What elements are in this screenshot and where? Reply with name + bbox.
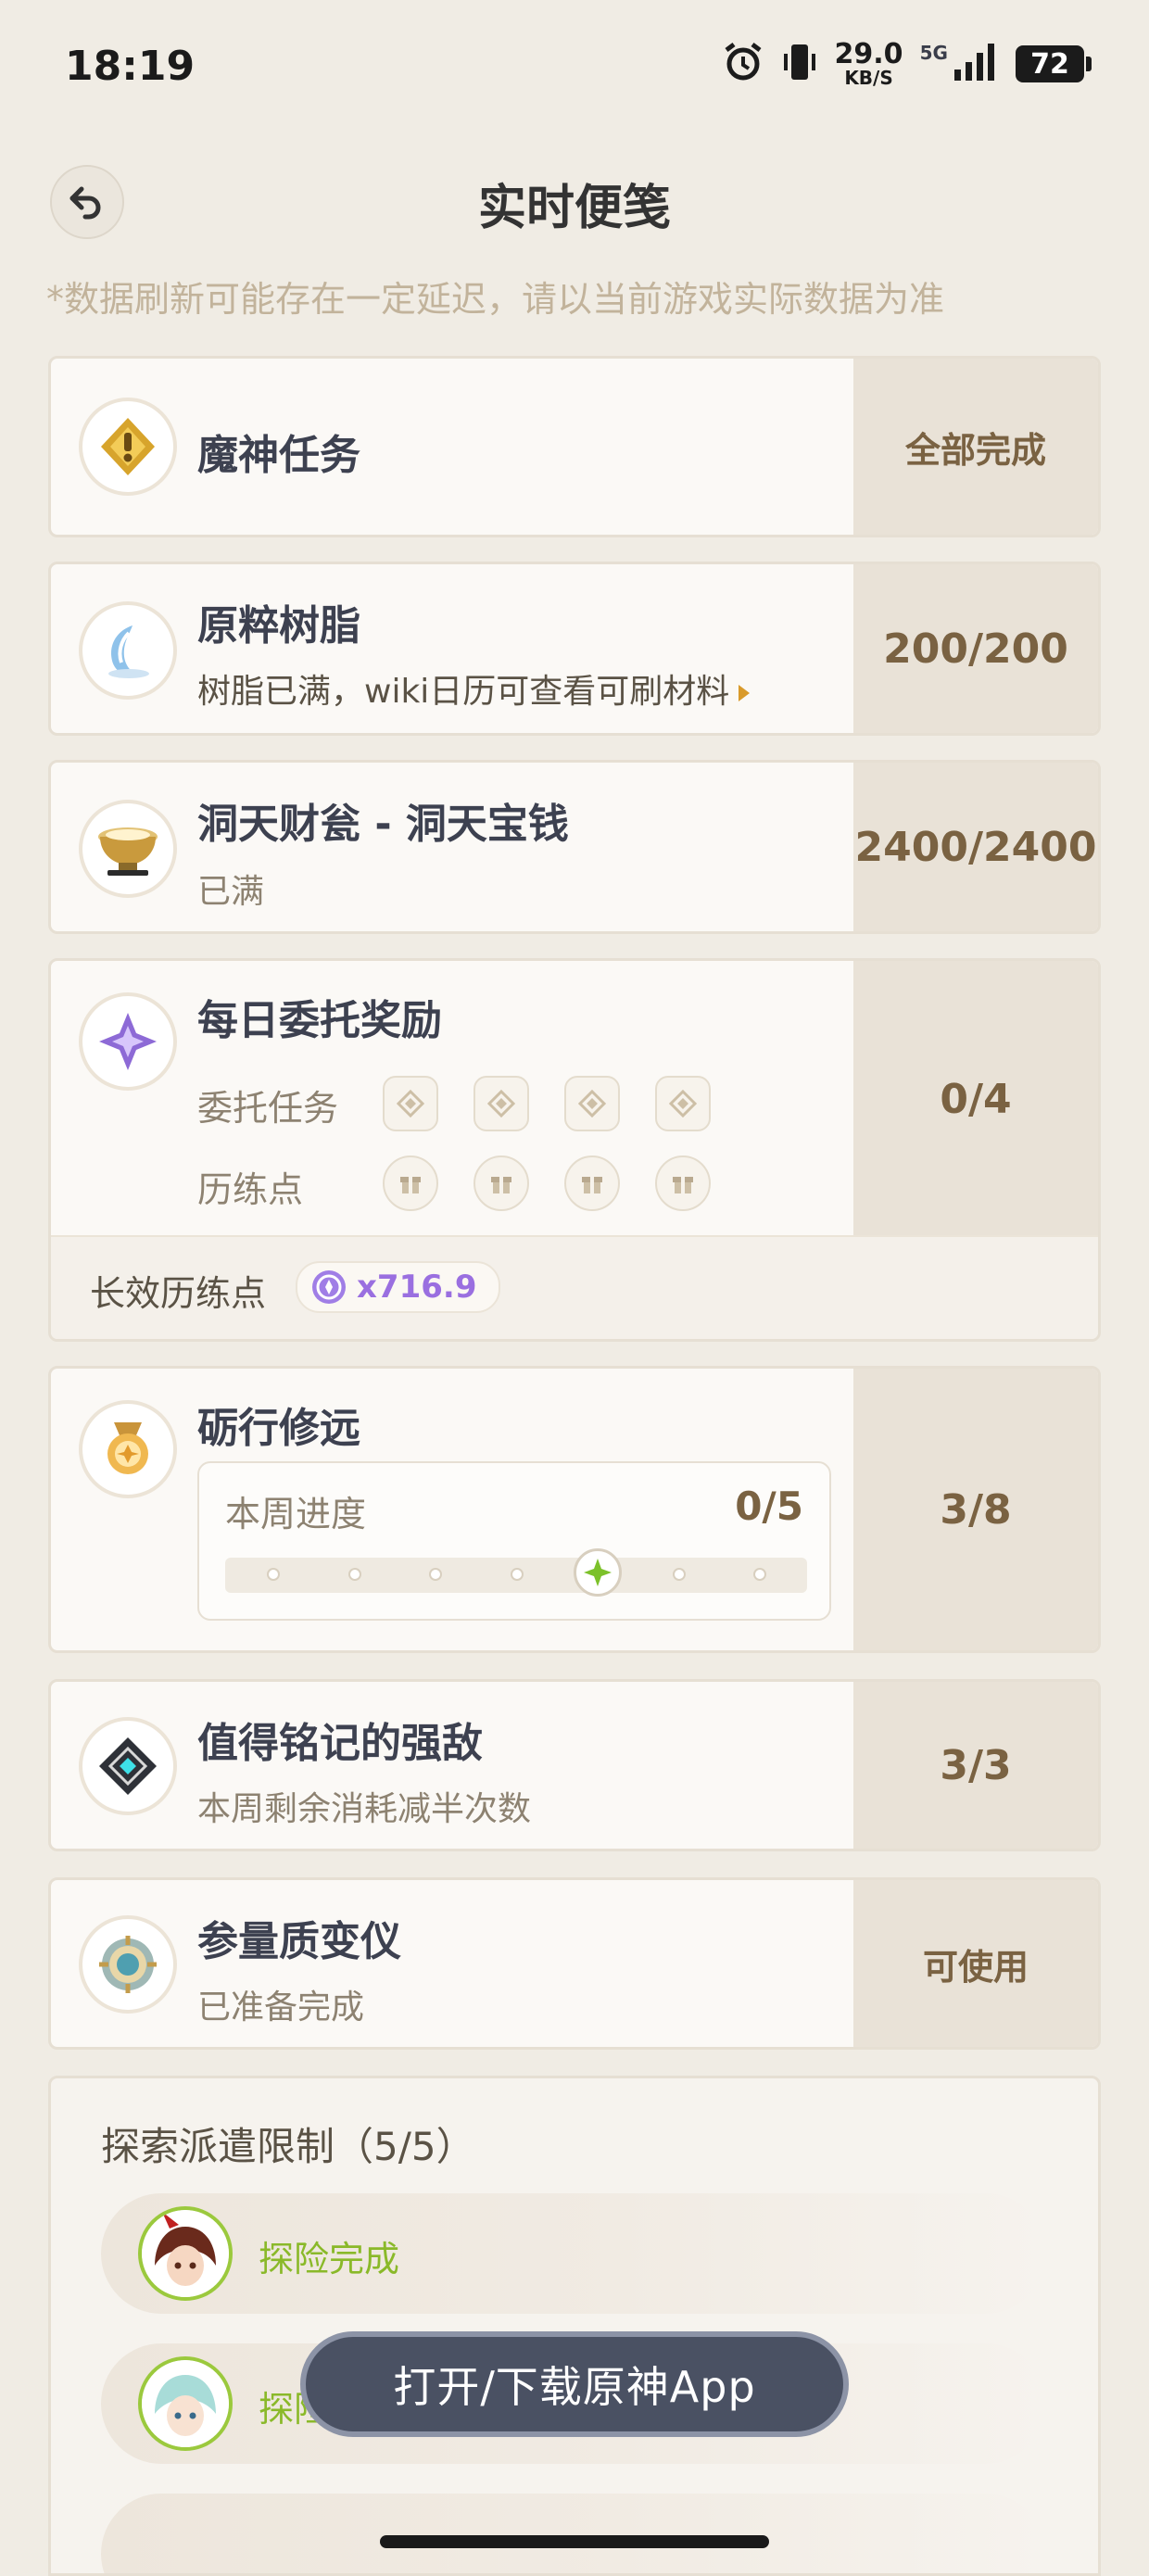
commission-slot-icon [383,1076,438,1131]
page-title: 实时便笺 [477,181,671,236]
weekly-boss-subtitle: 本周剩余消耗减半次数 [197,1790,532,1828]
long-term-training-pill: x716.9 [296,1261,501,1313]
transformer-status: 可使用 [853,1880,1098,2047]
long-term-training-bar: 长效历练点 x716.9 [51,1235,1098,1339]
net-speed-value: 29.0 [834,38,903,70]
realm-currency-card[interactable]: 洞天财瓮 - 洞天宝钱 已满 2400/2400 [48,760,1101,934]
training-points-label: 历练点 [197,1169,304,1210]
weekly-progress-value: 0/5 [735,1484,803,1529]
progress-dot [267,1568,280,1581]
vibrate-icon [781,41,818,87]
weekly-progress-title: 砺行修远 [197,1405,360,1452]
archon-quest-title: 魔神任务 [197,432,360,479]
expedition-section: 探索派遣限制（5/5） 探险完成 探险完成 [48,2076,1101,2576]
network-type: 5G [919,42,948,64]
training-point-icon [655,1155,711,1211]
training-point-icon [564,1155,620,1211]
progress-marker-icon [574,1548,622,1597]
realm-currency-value: 2400/2400 [853,763,1098,931]
transformer-card[interactable]: 参量质变仪 已准备完成 可使用 [48,1877,1101,2050]
resin-icon [79,601,177,700]
status-icons: 29.0 KB/S 5G 72 [722,38,1092,89]
commission-slot-icon [564,1076,620,1131]
weekly-boss-title: 值得铭记的强敌 [197,1720,483,1767]
resin-card[interactable]: 原粹树脂 树脂已满，wiki日历可查看可刷材料 200/200 [48,562,1101,736]
long-term-training-label: 长效历练点 [90,1273,267,1314]
archon-quest-card[interactable]: 魔神任务 全部完成 [48,356,1101,537]
transformer-title: 参量质变仪 [197,1918,401,1965]
resin-value: 200/200 [853,564,1098,733]
progress-dot [672,1568,686,1581]
realm-currency-subtitle: 已满 [197,873,265,911]
resin-subtitle: 树脂已满，wiki日历可查看可刷材料 [197,673,730,711]
progress-dot [347,1568,361,1581]
weekly-value: 3/8 [853,1369,1098,1650]
net-speed-unit: KB/S [844,67,893,89]
daily-commission-card[interactable]: 每日委托奖励 委托任务 历练点 0/4 长效历练点 x716.9 [48,958,1101,1342]
caret-right-icon [739,685,751,701]
realm-jar-icon [79,800,177,898]
transformer-subtitle: 已准备完成 [197,1989,365,2027]
weekly-boss-icon [79,1717,177,1815]
chongyun-avatar [138,2356,233,2451]
daily-commission-value: 0/4 [853,961,1098,1237]
weekly-progress-card[interactable]: 砺行修远 本周进度 0/5 3/8 [48,1366,1101,1653]
status-bar: 18:19 29.0 KB/S 5G 72 [0,0,1149,139]
signal-5g-icon: 5G [920,42,999,86]
weekly-boss-card[interactable]: 值得铭记的强敌 本周剩余消耗减半次数 3/3 [48,1679,1101,1851]
amber-avatar [138,2206,233,2301]
weekly-progress-box: 本周进度 0/5 [197,1461,831,1621]
progress-dot [429,1568,442,1581]
weekly-boss-value: 3/3 [853,1682,1098,1849]
net-speed: 29.0 KB/S [834,38,903,89]
progress-dot [753,1568,766,1581]
status-time: 18:19 [65,43,196,90]
resin-wiki-link[interactable]: 树脂已满，wiki日历可查看可刷材料 [197,664,751,713]
training-point-icon [383,1155,438,1211]
daily-commission-icon [79,992,177,1091]
training-coin-icon [312,1270,346,1304]
weekly-progress-label: 本周进度 [225,1494,367,1534]
home-indicator[interactable] [380,2535,769,2548]
alarm-icon [722,41,764,87]
commission-slot-icon [655,1076,711,1131]
training-point-icon [473,1155,529,1211]
battery-level: 72 [1030,47,1069,81]
realm-currency-title: 洞天财瓮 - 洞天宝钱 [197,801,569,848]
transformer-icon [79,1915,177,2014]
archon-quest-icon [79,398,177,496]
battery-icon: 72 [1016,45,1092,82]
daily-commission-title: 每日委托奖励 [197,997,442,1044]
weekly-progress-track [225,1548,807,1597]
archon-quest-status: 全部完成 [853,359,1098,535]
commission-label: 委托任务 [197,1088,339,1129]
expedition-row[interactable]: 探险完成 [101,2193,1046,2314]
commission-slot-icon [473,1076,529,1131]
progress-dot [510,1568,524,1581]
weekly-medal-icon [79,1400,177,1498]
resin-title: 原粹树脂 [197,602,360,650]
open-app-button[interactable]: 打开/下载原神App [300,2331,849,2437]
expedition-status: 探险完成 [259,2239,400,2279]
long-term-training-value: x716.9 [357,1269,477,1306]
refresh-notice: *数据刷新可能存在一定延迟，请以当前游戏实际数据为准 [46,279,945,320]
expedition-title: 探索派遣限制（5/5） [101,2124,475,2169]
